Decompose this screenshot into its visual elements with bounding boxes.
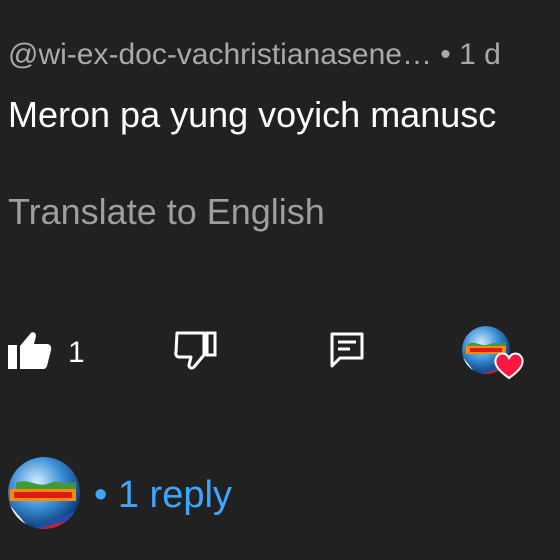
replies-link[interactable]: • 1 reply <box>94 474 232 517</box>
translate-button[interactable]: Translate to English <box>8 191 325 233</box>
thumbs-up-icon[interactable] <box>8 330 52 370</box>
comment-meta[interactable]: @wi-ex-doc-vachristianasene… • 1 d <box>8 38 501 72</box>
heart-icon <box>494 352 524 380</box>
thumbs-down-icon[interactable] <box>174 330 218 370</box>
comment-icon[interactable] <box>330 332 364 368</box>
like-count: 1 <box>68 336 85 369</box>
reply-avatar[interactable] <box>8 457 80 529</box>
comment-text: Meron pa yung voyich manusc <box>8 94 497 135</box>
